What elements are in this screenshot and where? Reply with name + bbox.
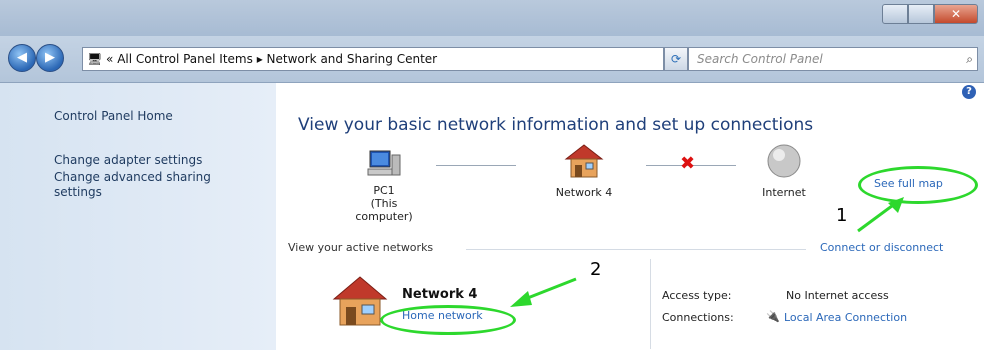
network-name: Network 4 [402,287,478,302]
active-networks-label: View your active networks [288,241,434,254]
sidebar: Control Panel Home Change adapter settin… [0,83,276,350]
breadcrumb-item[interactable]: Network and Sharing Center [267,52,438,66]
connections-label: Connections: [662,311,734,324]
breadcrumb-icon: 🖥 « [87,52,114,66]
network-map-node[interactable]: Network 4 [542,141,626,199]
home-network-icon [564,144,604,178]
search-input[interactable]: Search Control Panel ⌕ [688,47,978,71]
page-title: View your basic network information and … [298,115,814,135]
window-titlebar: ✕ [0,0,984,36]
refresh-button[interactable]: ⟳ [664,47,688,71]
connect-or-disconnect-link[interactable]: Connect or disconnect [820,241,943,254]
close-button[interactable]: ✕ [934,4,978,24]
connection-icon: 🔌 [766,310,780,323]
computer-icon [367,150,401,176]
minimize-button[interactable] [882,4,908,24]
pc-subtitle: (This computer) [355,197,413,223]
main-content: ? View your basic network information an… [276,83,984,350]
callout-number: 1 [836,205,848,226]
local-area-connection-link[interactable]: Local Area Connection [784,311,907,324]
breadcrumb-item[interactable]: All Control Panel Items [117,52,253,66]
help-icon[interactable]: ? [962,85,976,99]
network-map-label: Network 4 [555,186,613,199]
sidebar-item-control-panel-home[interactable]: Control Panel Home [54,109,173,124]
internet-label: Internet [762,186,806,199]
pc-map-node[interactable]: PC1 (This computer) [354,145,414,223]
address-bar[interactable]: 🖥 « All Control Panel Items ▸ Network an… [82,47,664,71]
forward-button[interactable]: ▶ [36,44,64,72]
highlight-ellipse [380,305,516,335]
access-type-label: Access type: [662,289,732,302]
disconnected-x-icon: ✖ [680,153,696,174]
globe-icon [767,144,801,178]
window-controls: ✕ [882,4,978,24]
maximize-button[interactable] [908,4,934,24]
connection-line [436,165,516,166]
internet-map-node[interactable]: Internet [754,141,814,199]
vertical-divider [650,259,651,349]
callout-number: 2 [590,259,602,280]
callout-arrow-icon [857,197,904,233]
callout-arrow-icon [510,277,577,307]
sidebar-item-change-advanced-sharing[interactable]: Change advanced sharing settings [54,170,234,200]
search-icon[interactable]: ⌕ [966,48,973,70]
breadcrumb-separator-icon: ▸ [256,52,267,66]
pc-name: PC1 [373,184,395,197]
sidebar-item-change-adapter-settings[interactable]: Change adapter settings [54,153,202,168]
back-button[interactable]: ◀ [8,44,36,72]
access-type-value: No Internet access [786,289,889,302]
section-divider [466,249,806,250]
navigation-bar: ◀ ▶ 🖥 « All Control Panel Items ▸ Networ… [0,36,984,83]
